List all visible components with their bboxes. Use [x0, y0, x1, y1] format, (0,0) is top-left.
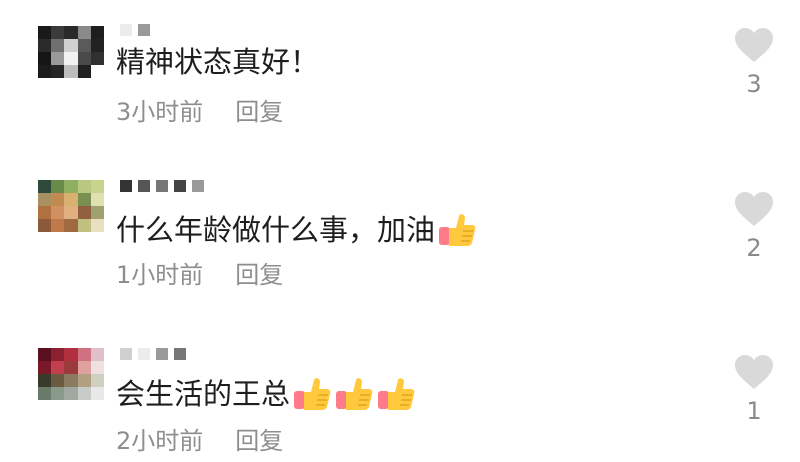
- username-blurred[interactable]: [120, 348, 186, 364]
- thumbs-up-emoji-icon: [376, 376, 416, 412]
- thumbs-up-emoji-icon: [292, 376, 332, 412]
- avatar-pixel: [38, 361, 52, 374]
- avatar-pixel: [38, 348, 52, 361]
- avatar-pixel: [51, 180, 65, 193]
- heart-icon[interactable]: [732, 192, 776, 228]
- avatar-pixel: [77, 206, 91, 219]
- thumbs-up-emoji-icon: [334, 376, 374, 412]
- avatar-pixel: [64, 361, 78, 374]
- username-pixel: [156, 180, 168, 192]
- reply-button[interactable]: 回复: [235, 426, 283, 456]
- avatar-pixel: [51, 219, 65, 232]
- like-button[interactable]: 2: [732, 192, 776, 262]
- avatar-pixel: [90, 387, 104, 400]
- avatar-pixel: [51, 361, 65, 374]
- avatar-pixel: [77, 348, 91, 361]
- avatar-pixel: [90, 348, 104, 361]
- avatar-pixel: [77, 219, 91, 232]
- avatar-pixel: [51, 348, 65, 361]
- username-blurred[interactable]: [120, 180, 204, 196]
- avatar-pixel: [64, 348, 78, 361]
- avatar-pixel: [77, 180, 91, 193]
- avatar-pixel: [90, 193, 104, 206]
- comment-meta: 2小时前 回复: [116, 426, 283, 456]
- avatar-pixel: [90, 219, 104, 232]
- avatar-pixel: [90, 180, 104, 193]
- avatar-pixel: [77, 361, 91, 374]
- avatar-pixel: [90, 374, 104, 387]
- username-pixel: [138, 180, 150, 192]
- avatar-pixel: [64, 180, 78, 193]
- comment-text: 什么年龄做什么事，加油: [116, 212, 477, 248]
- avatar-pixel: [77, 374, 91, 387]
- avatar-pixel: [51, 387, 65, 400]
- username-pixel: [156, 348, 168, 360]
- comment-item: 会生活的王总 2小时前 回复 1: [0, 0, 800, 455]
- avatar-pixel: [38, 206, 52, 219]
- like-button[interactable]: 1: [732, 355, 776, 425]
- avatar[interactable]: [38, 180, 104, 232]
- avatar-pixel: [51, 193, 65, 206]
- avatar-pixel: [64, 387, 78, 400]
- avatar-pixel: [90, 206, 104, 219]
- username-pixel: [120, 348, 132, 360]
- username-pixel: [120, 180, 132, 192]
- avatar-pixel: [77, 193, 91, 206]
- like-count: 1: [746, 397, 762, 425]
- avatar-pixel: [38, 180, 52, 193]
- username-pixel: [174, 180, 186, 192]
- comment-time: 1小时前: [116, 261, 204, 289]
- avatar-pixel: [64, 374, 78, 387]
- comment-meta: 1小时前 回复: [116, 260, 283, 290]
- reply-button[interactable]: 回复: [235, 260, 283, 290]
- avatar-pixel: [64, 206, 78, 219]
- avatar-pixel: [38, 387, 52, 400]
- like-count: 2: [746, 234, 762, 262]
- comment-text-content: 会生活的王总: [116, 377, 291, 411]
- avatar-pixel: [38, 193, 52, 206]
- avatar-pixel: [64, 193, 78, 206]
- comment-text-content: 什么年龄做什么事，加油: [116, 213, 436, 247]
- avatar[interactable]: [38, 348, 104, 400]
- avatar-pixel: [51, 374, 65, 387]
- avatar-pixel: [77, 387, 91, 400]
- avatar-pixel: [51, 206, 65, 219]
- thumbs-up-emoji-icon: [437, 212, 477, 248]
- avatar-pixel: [64, 219, 78, 232]
- username-pixel: [192, 180, 204, 192]
- avatar-pixel: [38, 374, 52, 387]
- username-pixel: [138, 348, 150, 360]
- heart-icon[interactable]: [732, 355, 776, 391]
- comment-text: 会生活的王总: [116, 376, 416, 412]
- username-pixel: [174, 348, 186, 360]
- comment-time: 2小时前: [116, 427, 204, 455]
- avatar-pixel: [38, 219, 52, 232]
- avatar-pixel: [90, 361, 104, 374]
